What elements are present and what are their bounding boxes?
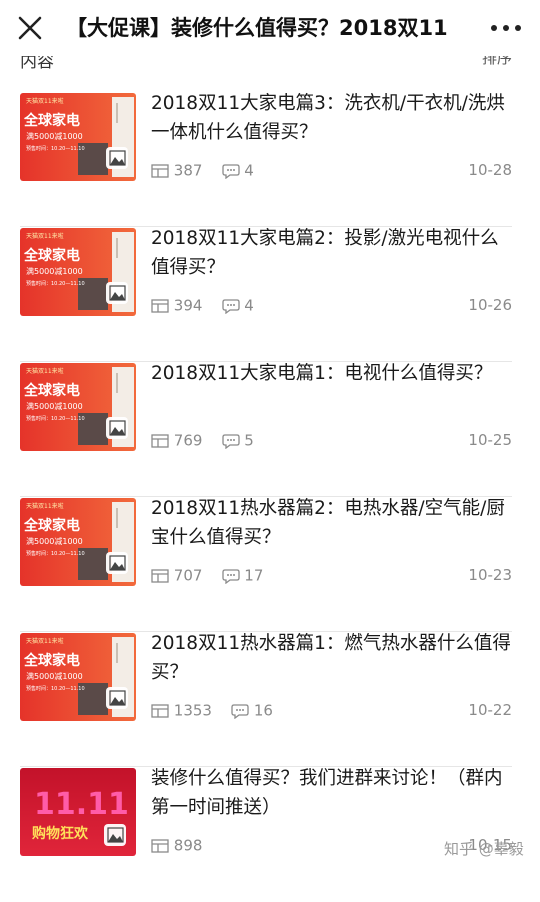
comment-icon [221,163,240,179]
list-item[interactable]: 天猫双11来啦 全球家电 满5000减1000 预售时间：10.20—11.10… [20,633,512,767]
comments-count: 4 [244,296,254,315]
views-count: 387 [173,161,203,180]
top-bar: 【大促课】装修什么值得买？2018双11 [0,0,540,56]
article-thumbnail[interactable]: 天猫双11来啦 全球家电 满5000减1000 预售时间：10.20—11.10 [20,633,136,721]
banner-brand: 天猫双11来啦 [26,367,64,375]
views-icon [151,433,169,448]
double11-subtitle: 购物狂欢 [32,825,89,842]
list-item[interactable]: 天猫双11来啦 全球家电 满5000减1000 预售时间：10.20—11.10… [20,498,512,632]
banner-period: 预售时间：10.20—11.10 [26,415,85,422]
banner-period: 预售时间：10.20—11.10 [26,145,85,152]
banner-brand: 天猫双11来啦 [26,502,64,510]
comments-count: 5 [244,431,254,450]
list-item[interactable]: 天猫双11来啦 全球家电 满5000减1000 预售时间：10.20—11.10… [20,93,512,227]
page-title: 【大促课】装修什么值得买？2018双11 [66,16,448,40]
banner-headline: 全球家电 [23,652,80,669]
article-title[interactable]: 装修什么值得买？我们进群来讨论！（群内第一时间推送） [151,764,513,822]
article-thumbnail[interactable]: 天猫双11来啦 全球家电 满5000减1000 预售时间：10.20—11.10 [20,363,136,451]
comment-icon [231,703,249,719]
banner-promo: 满5000减1000 [26,266,83,276]
sort-toggle[interactable]: 排序 [482,56,512,68]
article-meta: 1353 16 [151,701,273,721]
list-item[interactable]: 天猫双11来啦 全球家电 满5000减1000 预售时间：10.20—11.10… [20,228,512,362]
article-meta: 707 17 [151,566,263,586]
section-label: 内容 [20,56,54,72]
double11-logo: 11.11 [34,787,129,822]
comment-icon [221,568,240,584]
article-thumbnail[interactable]: 天猫双11来啦 全球家电 满5000减1000 预售时间：10.20—11.10 [20,228,136,316]
article-meta: 387 4 [151,161,254,181]
views-count: 707 [173,566,203,585]
banner-promo: 满5000减1000 [26,131,83,141]
watermark: 知乎 @辜毅 [444,840,524,858]
article-meta: 769 5 [151,431,254,451]
article-title[interactable]: 2018双11热水器篇1：燃气热水器什么值得买？ [151,629,513,687]
banner-headline: 全球家电 [23,517,80,534]
banner-brand: 天猫双11来啦 [26,232,64,240]
banner-brand: 天猫双11来啦 [26,97,64,105]
article-date: 10-28 [468,161,512,179]
banner-period: 预售时间：10.20—11.10 [26,685,85,692]
views-icon [151,838,169,853]
views-icon [151,298,169,313]
banner-headline: 全球家电 [23,247,80,264]
views-icon [151,703,169,718]
more-icon[interactable] [486,12,526,44]
article-date: 10-23 [468,566,512,584]
views-count: 769 [173,431,203,450]
article-date: 10-25 [468,431,512,449]
article-meta: 898 [151,836,202,856]
banner-period: 预售时间：10.20—11.10 [26,280,85,287]
views-icon [151,163,169,178]
comment-icon [221,433,240,449]
close-icon[interactable] [14,12,46,44]
article-title[interactable]: 2018双11大家电篇3：洗衣机/干衣机/洗烘一体机什么值得买？ [151,89,513,147]
list-item[interactable]: 11.11 购物狂欢 装修什么值得买？我们进群来讨论！（群内第一时间推送） 89… [20,768,512,902]
banner-promo: 满5000减1000 [26,671,83,681]
article-meta: 394 4 [151,296,254,316]
comment-icon [221,298,240,314]
comments-count: 17 [244,566,264,585]
list-item[interactable]: 天猫双11来啦 全球家电 满5000减1000 预售时间：10.20—11.10… [20,363,512,497]
article-title[interactable]: 2018双11大家电篇2：投影/激光电视什么值得买？ [151,224,513,282]
views-count: 1353 [173,701,212,720]
comments-count: 4 [244,161,254,180]
banner-promo: 满5000减1000 [26,536,83,546]
article-title[interactable]: 2018双11热水器篇2：电热水器/空气能/厨宝什么值得买？ [151,494,513,552]
banner-brand: 天猫双11来啦 [26,637,64,645]
comments-count: 16 [253,701,273,720]
article-thumbnail[interactable]: 天猫双11来啦 全球家电 满5000减1000 预售时间：10.20—11.10 [20,498,136,586]
article-thumbnail[interactable]: 11.11 购物狂欢 [20,768,136,856]
article-title[interactable]: 2018双11大家电篇1：电视什么值得买？ [151,359,513,388]
section-header: 内容 排序 [0,56,540,72]
article-thumbnail[interactable]: 天猫双11来啦 全球家电 满5000减1000 预售时间：10.20—11.10 [20,93,136,181]
banner-headline: 全球家电 [23,382,80,399]
views-count: 394 [173,296,203,315]
views-icon [151,568,169,583]
banner-headline: 全球家电 [23,112,80,129]
article-date: 10-26 [468,296,512,314]
banner-period: 预售时间：10.20—11.10 [26,550,85,557]
views-count: 898 [173,836,203,855]
banner-promo: 满5000减1000 [26,401,83,411]
article-date: 10-22 [468,701,512,719]
